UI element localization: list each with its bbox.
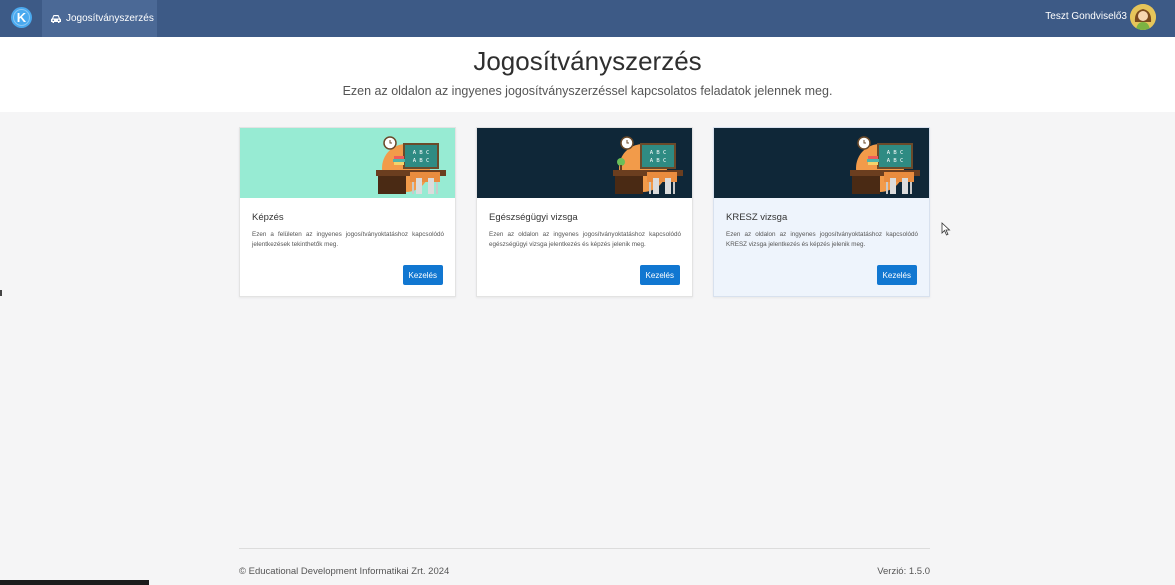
card-description: Ezen az oldalon az ingyenes jogosítványo… [726, 231, 918, 248]
kezeles-button[interactable]: Kezelés [402, 265, 443, 285]
card-description: Ezen a felületen az ingyenes jogosítvány… [252, 231, 444, 248]
logo-letter: K [16, 10, 27, 25]
classroom-illustration: A B C A B C [850, 136, 920, 194]
kezeles-button[interactable]: Kezelés [639, 265, 680, 285]
board-text-2: A B C [413, 158, 430, 164]
card-image: A B C A B C [477, 128, 692, 198]
page-header: Jogosítványszerzés Ezen az oldalon az in… [0, 37, 1175, 112]
card-image: A B C A B C [240, 128, 455, 198]
kezeles-button[interactable]: Kezelés [876, 265, 917, 285]
board-text-2: A B C [650, 158, 667, 164]
card-title: Képzés [252, 212, 284, 223]
board-text-1: A B C [887, 150, 904, 156]
bottom-overlay-bar [0, 580, 149, 585]
card-kresz-vizsga[interactable]: A B C A B C KRESZ vizsga Ezen az oldalon… [713, 127, 930, 297]
page-title: Jogosítványszerzés [473, 46, 702, 76]
mouse-cursor-icon [941, 222, 951, 236]
classroom-illustration: A B C A B C [613, 136, 683, 194]
footer-divider [239, 548, 930, 549]
card-title: KRESZ vizsga [726, 212, 788, 223]
nav-item-jogositvanyszerzes[interactable]: Jogosítványszerzés [42, 0, 157, 37]
card-egeszsegugyi-vizsga[interactable]: A B C A B C Egészségügyi vizsga Ezen az … [476, 127, 693, 297]
card-kepzes[interactable]: A B C A B C Képzés Ezen a felületen az i… [239, 127, 456, 297]
car-icon [51, 14, 61, 23]
app-logo[interactable]: K [11, 7, 32, 28]
avatar-icon [1130, 4, 1156, 30]
page-subtitle: Ezen az oldalon az ingyenes jogosítványs… [342, 84, 833, 98]
board-text-2: A B C [887, 158, 904, 164]
board-text-1: A B C [650, 150, 667, 156]
user-avatar[interactable] [1130, 4, 1156, 30]
card-description: Ezen az oldalon az ingyenes jogosítványo… [489, 231, 681, 248]
footer-copyright: © Educational Development Informatikai Z… [239, 566, 450, 577]
card-title: Egészségügyi vizsga [489, 212, 578, 223]
edge-marker [0, 290, 2, 296]
classroom-illustration: A B C A B C [376, 136, 446, 194]
card-image: A B C A B C [714, 128, 929, 198]
nav-item-label: Jogosítványszerzés [66, 13, 154, 24]
footer-version: Verzió: 1.5.0 [877, 566, 930, 577]
user-name[interactable]: Teszt Gondviselő3 [1045, 11, 1127, 22]
board-text-1: A B C [413, 150, 430, 156]
top-navbar: K Jogosítványszerzés Teszt Gondviselő3 [0, 0, 1175, 37]
